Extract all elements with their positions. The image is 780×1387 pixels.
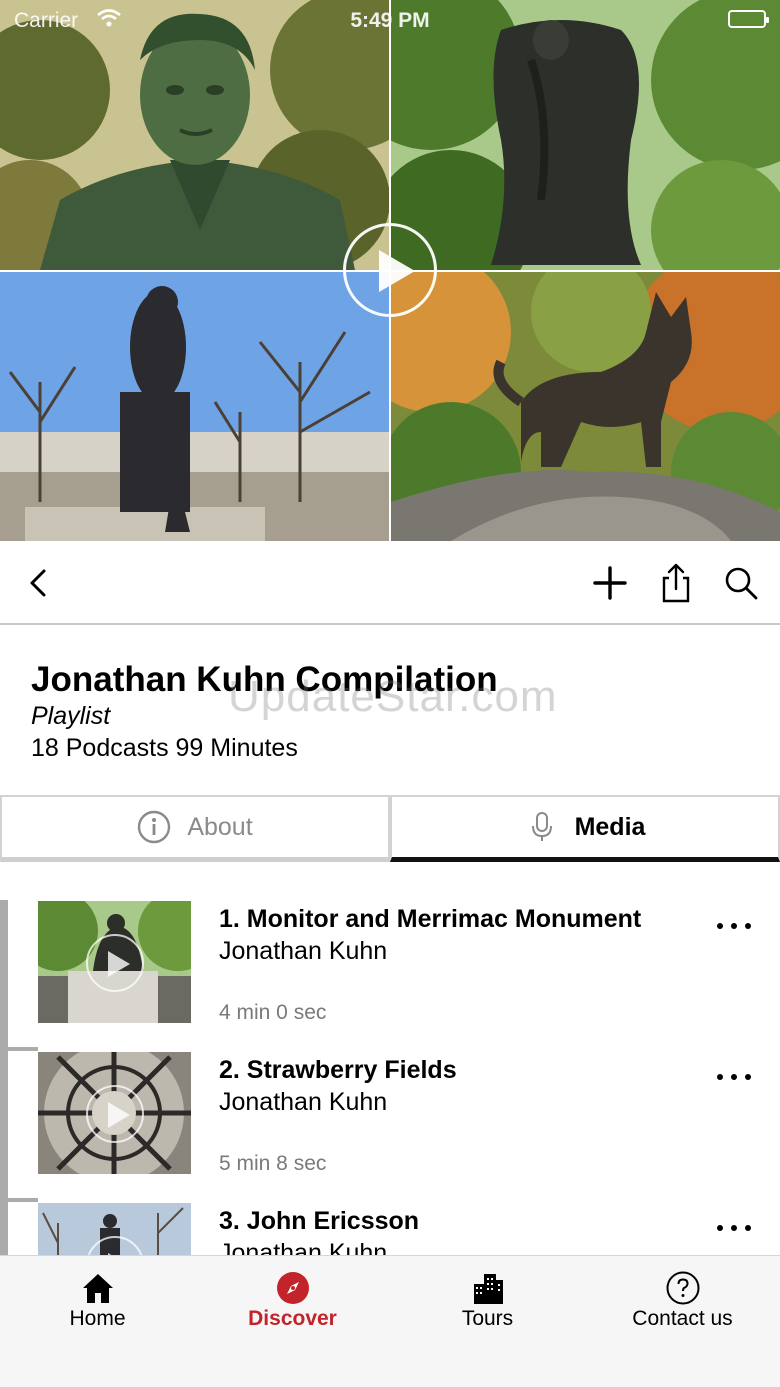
microphone-icon — [525, 810, 559, 844]
media-author: Jonathan Kuhn — [219, 1239, 388, 1255]
add-to-playlist-button[interactable] — [588, 561, 632, 605]
nav-discover-label: Discover — [248, 1307, 337, 1330]
battery-icon — [728, 10, 769, 28]
play-icon — [86, 1085, 144, 1143]
compass-icon — [275, 1270, 311, 1306]
list-item[interactable]: 3. John Ericsson Jonathan Kuhn — [0, 1202, 780, 1255]
media-title: 3. John Ericsson — [219, 1207, 420, 1235]
list-item-indicator — [0, 1202, 8, 1255]
chevron-left-icon — [30, 569, 46, 597]
media-title: 1. Monitor and Merrimac Monument — [219, 905, 642, 933]
home-icon — [80, 1270, 116, 1306]
back-button[interactable] — [16, 561, 60, 605]
media-duration: 4 min 0 sec — [219, 1001, 327, 1024]
hero-image-draped-figure-statue — [391, 0, 780, 270]
tab-about-label: About — [187, 812, 253, 841]
buildings-icon — [470, 1270, 506, 1306]
media-author: Jonathan Kuhn — [219, 1088, 388, 1116]
search-icon — [725, 567, 758, 600]
tab-media-label: Media — [574, 812, 646, 841]
bottom-nav: Home Discover Tours Contact us — [0, 1255, 780, 1387]
help-icon — [665, 1270, 701, 1306]
share-button[interactable] — [654, 561, 698, 605]
playlist-type: Playlist — [31, 702, 111, 730]
nav-home-label: Home — [69, 1307, 126, 1330]
list-item-indicator — [0, 1051, 8, 1202]
clock: 5:49 PM — [350, 9, 430, 32]
hero-collage — [0, 0, 780, 541]
segmented-tabs: About Media — [0, 795, 780, 862]
tab-media[interactable]: Media — [390, 795, 780, 862]
media-duration: 5 min 8 sec — [219, 1152, 327, 1175]
toolbar — [0, 541, 780, 625]
plus-icon — [593, 566, 627, 600]
play-icon — [86, 934, 144, 992]
media-thumbnail[interactable] — [38, 1203, 191, 1255]
hero-image-ericsson-statue — [0, 272, 389, 541]
media-title: 2. Strawberry Fields — [219, 1056, 457, 1084]
list-item[interactable]: 1. Monitor and Merrimac Monument Jonatha… — [0, 900, 780, 1051]
media-thumbnail[interactable] — [38, 1052, 191, 1174]
list-item-indicator — [0, 900, 8, 1051]
nav-contact-us-label: Contact us — [632, 1307, 733, 1330]
media-list: 1. Monitor and Merrimac Monument Jonatha… — [0, 900, 780, 1255]
hero-image-bust-statue — [0, 0, 389, 270]
more-options-button[interactable] — [712, 906, 756, 942]
nav-home[interactable]: Home — [0, 1256, 195, 1346]
nav-discover[interactable]: Discover — [195, 1256, 390, 1346]
more-options-button[interactable] — [712, 1208, 756, 1244]
status-bar: Carrier 5:49 PM — [0, 0, 780, 40]
info-icon — [137, 810, 171, 844]
playlist-meta: 18 Podcasts 99 Minutes — [31, 734, 298, 762]
search-button[interactable] — [719, 561, 763, 605]
nav-tours[interactable]: Tours — [390, 1256, 585, 1346]
playlist-header: Jonathan Kuhn Compilation Playlist 18 Po… — [31, 658, 751, 764]
list-item[interactable]: 2. Strawberry Fields Jonathan Kuhn 5 min… — [0, 1051, 780, 1202]
hero-play-button[interactable] — [343, 223, 437, 317]
share-icon — [662, 563, 690, 603]
media-thumbnail[interactable] — [38, 901, 191, 1023]
media-author: Jonathan Kuhn — [219, 937, 388, 965]
more-options-button[interactable] — [712, 1057, 756, 1093]
tab-about[interactable]: About — [0, 795, 390, 862]
nav-contact-us[interactable]: Contact us — [585, 1256, 780, 1346]
page-title: Jonathan Kuhn Compilation — [31, 660, 498, 699]
nav-tours-label: Tours — [461, 1307, 514, 1330]
hero-image-balto-dog-statue — [391, 272, 780, 541]
